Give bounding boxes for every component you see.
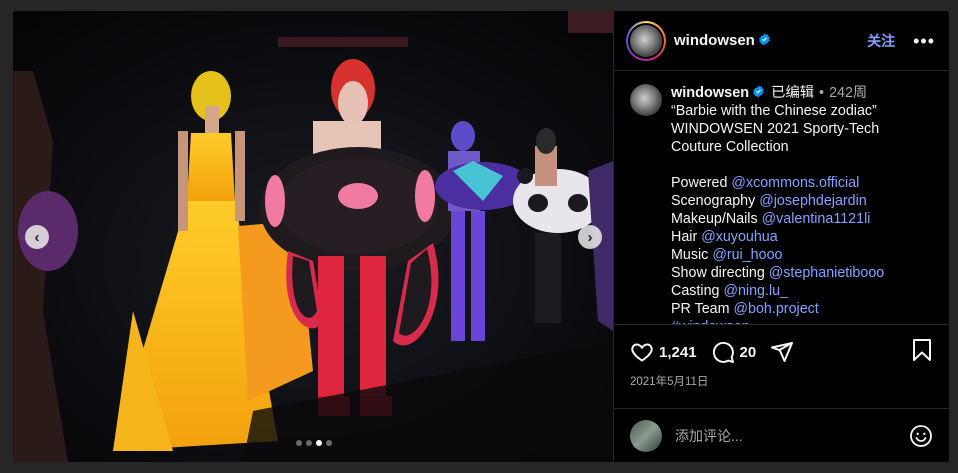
post-age[interactable]: 242周 xyxy=(829,84,867,102)
carousel-dot xyxy=(296,440,302,446)
caption-line: Hair @xuyouhua xyxy=(671,228,935,246)
caption-username[interactable]: windowsen xyxy=(671,84,765,102)
author-avatar[interactable] xyxy=(626,20,666,61)
caption-mention-link[interactable]: @josephdejardin xyxy=(759,193,867,209)
caption-line: WINDOWSEN 2021 Sporty-Tech xyxy=(671,120,935,138)
carousel-dot xyxy=(306,440,312,446)
caption-area: windowsen 已编辑 • 242周 “Barbie with the Ch… xyxy=(614,72,949,324)
caption-text: Scenography xyxy=(671,193,760,209)
caption-text: “Barbie with the Chinese zodiac” xyxy=(671,103,877,119)
post-photo xyxy=(13,11,613,462)
caption-text: Music xyxy=(671,247,713,263)
comment-bar xyxy=(614,408,949,462)
caption-line: PR Team @boh.project xyxy=(671,300,935,318)
caption-text: Show directing xyxy=(671,265,769,281)
caption-mention-link[interactable]: @stephanietibooo xyxy=(769,265,884,281)
emoji-icon[interactable] xyxy=(909,424,933,448)
bookmark-icon xyxy=(913,338,931,361)
verified-badge-icon xyxy=(758,33,770,46)
caption-mention-link[interactable]: @valentina1121li xyxy=(762,211,871,227)
caption-text: PR Team xyxy=(671,301,734,317)
carousel-dot xyxy=(316,440,322,446)
caption-line: Show directing @stephanietibooo xyxy=(671,264,935,282)
caption-mention-link[interactable]: @ning.lu_ xyxy=(723,283,788,299)
chevron-left-icon: ‹ xyxy=(34,228,40,246)
share-icon xyxy=(771,342,794,362)
caption-text: Couture Collection xyxy=(671,139,789,155)
save-button[interactable] xyxy=(911,338,933,367)
caption-mention-link[interactable]: @xuyouhua xyxy=(701,229,778,245)
post-media[interactable]: ‹ › xyxy=(13,11,613,462)
caption-mention-link[interactable]: @rui_hooo xyxy=(712,247,782,263)
caption-line: Couture Collection xyxy=(671,138,935,156)
follow-button[interactable]: 关注 xyxy=(867,31,895,51)
comment-count: 20 xyxy=(739,343,757,361)
viewer-avatar xyxy=(630,419,662,452)
caption-line: Casting @ning.lu_ xyxy=(671,282,935,300)
heart-icon xyxy=(631,343,653,362)
comment-button[interactable]: 20 xyxy=(711,340,757,364)
post-modal: ‹ › windowsen 关注 ••• windowsen 已编辑 • 242… xyxy=(13,11,949,462)
caption-line: Music @rui_hooo xyxy=(671,246,935,264)
caption-mention-link[interactable]: @xcommons.official xyxy=(731,175,859,191)
chevron-right-icon: › xyxy=(587,228,593,246)
comment-input[interactable] xyxy=(675,427,909,444)
share-button[interactable] xyxy=(770,340,794,364)
carousel-dots xyxy=(296,440,332,446)
author-username[interactable]: windowsen xyxy=(674,32,771,49)
edited-label: 已编辑 xyxy=(771,85,815,101)
post-header: windowsen 关注 ••• xyxy=(614,11,949,71)
caption-text: Hair xyxy=(671,229,702,245)
carousel-next-button[interactable]: › xyxy=(578,225,602,249)
post-side-panel: windowsen 关注 ••• windowsen 已编辑 • 242周 “B… xyxy=(613,11,949,462)
more-options-icon[interactable]: ••• xyxy=(913,32,935,50)
caption-line: Scenography @josephdejardin xyxy=(671,192,935,210)
caption-line: Makeup/Nails @valentina1121li xyxy=(671,210,935,228)
caption-text: Makeup/Nails xyxy=(671,211,762,227)
caption-text: Casting xyxy=(671,283,724,299)
carousel-dot xyxy=(326,440,332,446)
meta-separator: • xyxy=(819,85,825,101)
carousel-prev-button[interactable]: ‹ xyxy=(25,225,49,249)
caption-line: “Barbie with the Chinese zodiac” xyxy=(671,102,935,120)
caption-text: WINDOWSEN 2021 Sporty-Tech xyxy=(671,121,880,137)
caption-text: Powered xyxy=(671,175,732,191)
like-button[interactable]: 1,241 xyxy=(630,340,697,364)
like-count: 1,241 xyxy=(659,343,697,361)
caption-mention-link[interactable]: @boh.project xyxy=(734,301,819,317)
comment-icon xyxy=(712,341,734,363)
caption-line: Powered @xcommons.official xyxy=(671,174,935,192)
verified-badge-icon xyxy=(753,85,765,98)
caption-body: windowsen 已编辑 • 242周 “Barbie with the Ch… xyxy=(671,84,935,324)
caption-avatar[interactable] xyxy=(630,84,662,116)
post-date[interactable]: 2021年5月11日 xyxy=(630,373,708,389)
